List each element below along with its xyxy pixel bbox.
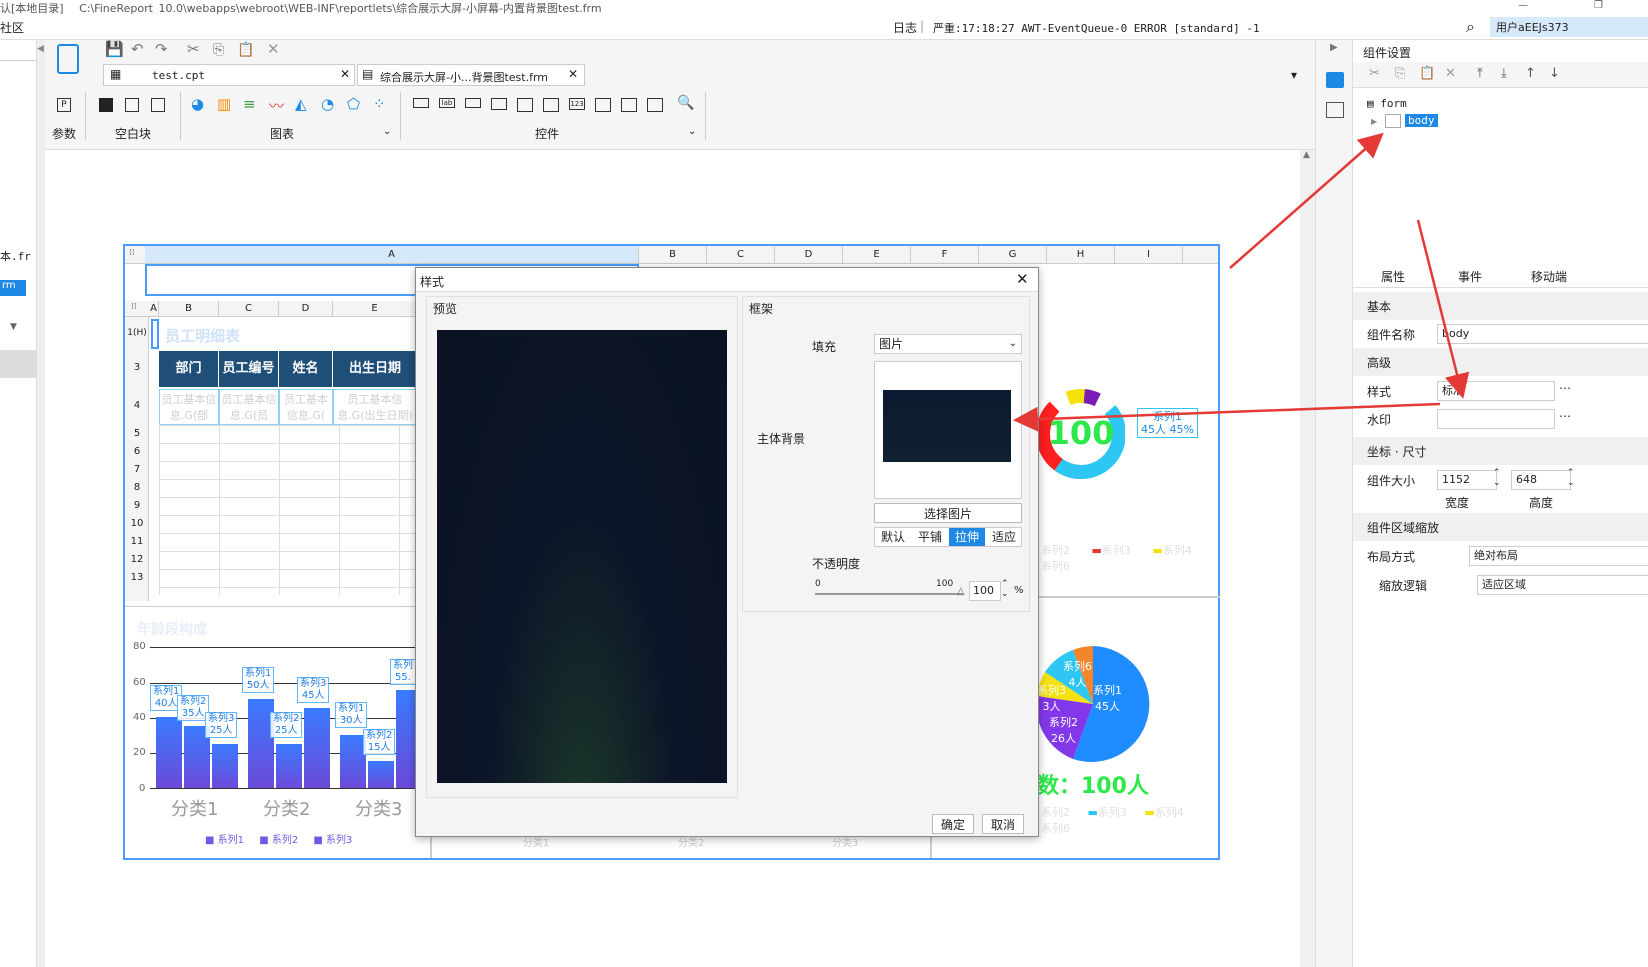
annotation-arrows <box>1013 132 1470 432</box>
arrow-to-body <box>1229 132 1384 269</box>
arrow-to-thumbnail <box>1013 402 1441 432</box>
arrow-to-style <box>1416 219 1470 399</box>
